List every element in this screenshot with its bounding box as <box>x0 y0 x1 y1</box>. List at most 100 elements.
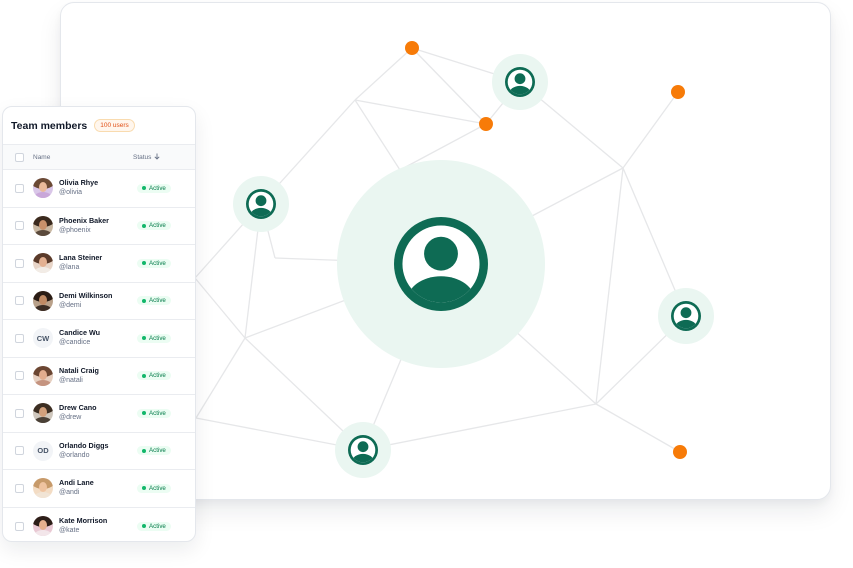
member-handle: @demi <box>59 301 82 309</box>
avatar <box>33 253 53 274</box>
row-checkbox[interactable] <box>15 296 24 306</box>
member-list: Olivia Rhye @olivia Active Phoenix Baker… <box>3 170 195 542</box>
status-label: Active <box>149 372 166 380</box>
select-all-checkbox[interactable] <box>15 152 24 162</box>
avatar <box>33 403 53 424</box>
status-badge: Active <box>137 183 171 193</box>
status-dot <box>142 186 146 191</box>
member-handle: @candice <box>59 339 91 347</box>
accent-dot <box>479 117 493 131</box>
arrow-down-icon[interactable] <box>154 153 160 162</box>
member-identity: Natali Craig @natali <box>59 366 137 386</box>
network-edge <box>595 403 681 453</box>
table-row[interactable]: OD Orlando Diggs @orlando Active <box>3 433 195 470</box>
row-checkbox[interactable] <box>15 446 24 456</box>
member-handle: @olivia <box>59 189 83 197</box>
user-node[interactable] <box>658 288 714 344</box>
row-checkbox[interactable] <box>15 408 24 418</box>
status-badge: Active <box>137 446 171 456</box>
row-checkbox[interactable] <box>15 221 24 231</box>
network-edge <box>595 167 624 405</box>
status-label: Active <box>149 409 166 417</box>
member-name: Demi Wilkinson <box>59 290 113 300</box>
team-members-panel: Team members 100 users Name Status Olivi… <box>2 106 196 542</box>
status-badge: Active <box>137 296 171 306</box>
status-badge: Active <box>137 521 171 531</box>
status-label: Active <box>149 522 166 530</box>
member-name: Orlando Diggs <box>59 440 109 450</box>
user-count-badge: 100 users <box>94 119 135 132</box>
user-node[interactable] <box>492 54 548 110</box>
table-row[interactable]: Demi Wilkinson @demi Active <box>3 283 195 320</box>
table-row[interactable]: Drew Cano @drew Active <box>3 395 195 433</box>
member-identity: Orlando Diggs @orlando <box>59 441 137 461</box>
row-checkbox[interactable] <box>15 371 24 381</box>
column-status[interactable]: Status <box>133 154 151 161</box>
status-dot <box>142 336 146 341</box>
panel-title: Team members <box>11 119 88 132</box>
table-row[interactable]: Andi Lane @andi Active <box>3 470 195 508</box>
member-name: Lana Steiner <box>59 253 103 263</box>
avatar <box>33 365 53 386</box>
status-label: Active <box>149 184 166 192</box>
avatar <box>33 290 53 311</box>
status-label: Active <box>149 259 166 267</box>
avatar <box>33 215 53 236</box>
network-edge <box>195 337 246 419</box>
table-row[interactable]: CW Candice Wu @candice Active <box>3 320 195 358</box>
member-name: Olivia Rhye <box>59 178 99 188</box>
member-identity: Candice Wu @candice <box>59 328 137 348</box>
table-row[interactable]: Olivia Rhye @olivia Active <box>3 170 195 208</box>
status-dot <box>142 524 146 529</box>
user-node[interactable] <box>233 176 289 232</box>
table-row[interactable]: Kate Morrison @kate Active <box>3 508 195 542</box>
table-row[interactable]: Lana Steiner @lana Active <box>3 245 195 283</box>
user-nodes <box>233 54 714 478</box>
member-name: Natali Craig <box>59 365 99 375</box>
status-dot <box>142 261 146 266</box>
member-handle: @andi <box>59 489 80 497</box>
member-identity: Demi Wilkinson @demi <box>59 291 137 311</box>
user-node[interactable] <box>335 422 391 478</box>
member-handle: @kate <box>59 527 80 535</box>
status-label: Active <box>149 222 166 230</box>
accent-dot <box>405 41 419 55</box>
column-name[interactable]: Name <box>33 154 133 161</box>
table-row[interactable]: Natali Craig @natali Active <box>3 358 195 395</box>
status-badge: Active <box>137 221 171 231</box>
member-name: Drew Cano <box>59 403 97 413</box>
row-checkbox[interactable] <box>15 258 24 268</box>
member-identity: Lana Steiner @lana <box>59 253 137 273</box>
status-label: Active <box>149 484 166 492</box>
status-dot <box>142 448 146 453</box>
member-handle: @orlando <box>59 451 90 459</box>
central-user-node[interactable] <box>337 160 545 368</box>
status-dot <box>142 223 146 228</box>
row-checkbox[interactable] <box>15 521 24 531</box>
member-handle: @natali <box>59 376 83 384</box>
row-checkbox[interactable] <box>15 333 24 343</box>
accent-dot <box>673 445 687 459</box>
member-identity: Andi Lane @andi <box>59 478 137 498</box>
status-dot <box>142 486 146 491</box>
table-row[interactable]: Phoenix Baker @phoenix Active <box>3 208 195 245</box>
status-label: Active <box>149 297 166 305</box>
member-name: Andi Lane <box>59 478 94 488</box>
avatar <box>33 478 53 499</box>
status-badge: Active <box>137 483 171 493</box>
status-dot <box>142 373 146 378</box>
member-identity: Olivia Rhye @olivia <box>59 178 137 198</box>
network-edge <box>354 47 413 101</box>
panel-header: Team members 100 users <box>3 107 195 144</box>
row-checkbox[interactable] <box>15 183 24 193</box>
avatar <box>33 516 53 537</box>
network-edge <box>354 99 401 171</box>
status-dot <box>142 411 146 416</box>
member-identity: Drew Cano @drew <box>59 403 137 423</box>
table-header: Name Status <box>3 144 195 170</box>
member-identity: Phoenix Baker @phoenix <box>59 216 137 236</box>
avatar <box>33 178 53 199</box>
network-edge <box>362 403 597 451</box>
row-checkbox[interactable] <box>15 483 24 493</box>
network-edge <box>622 91 679 169</box>
